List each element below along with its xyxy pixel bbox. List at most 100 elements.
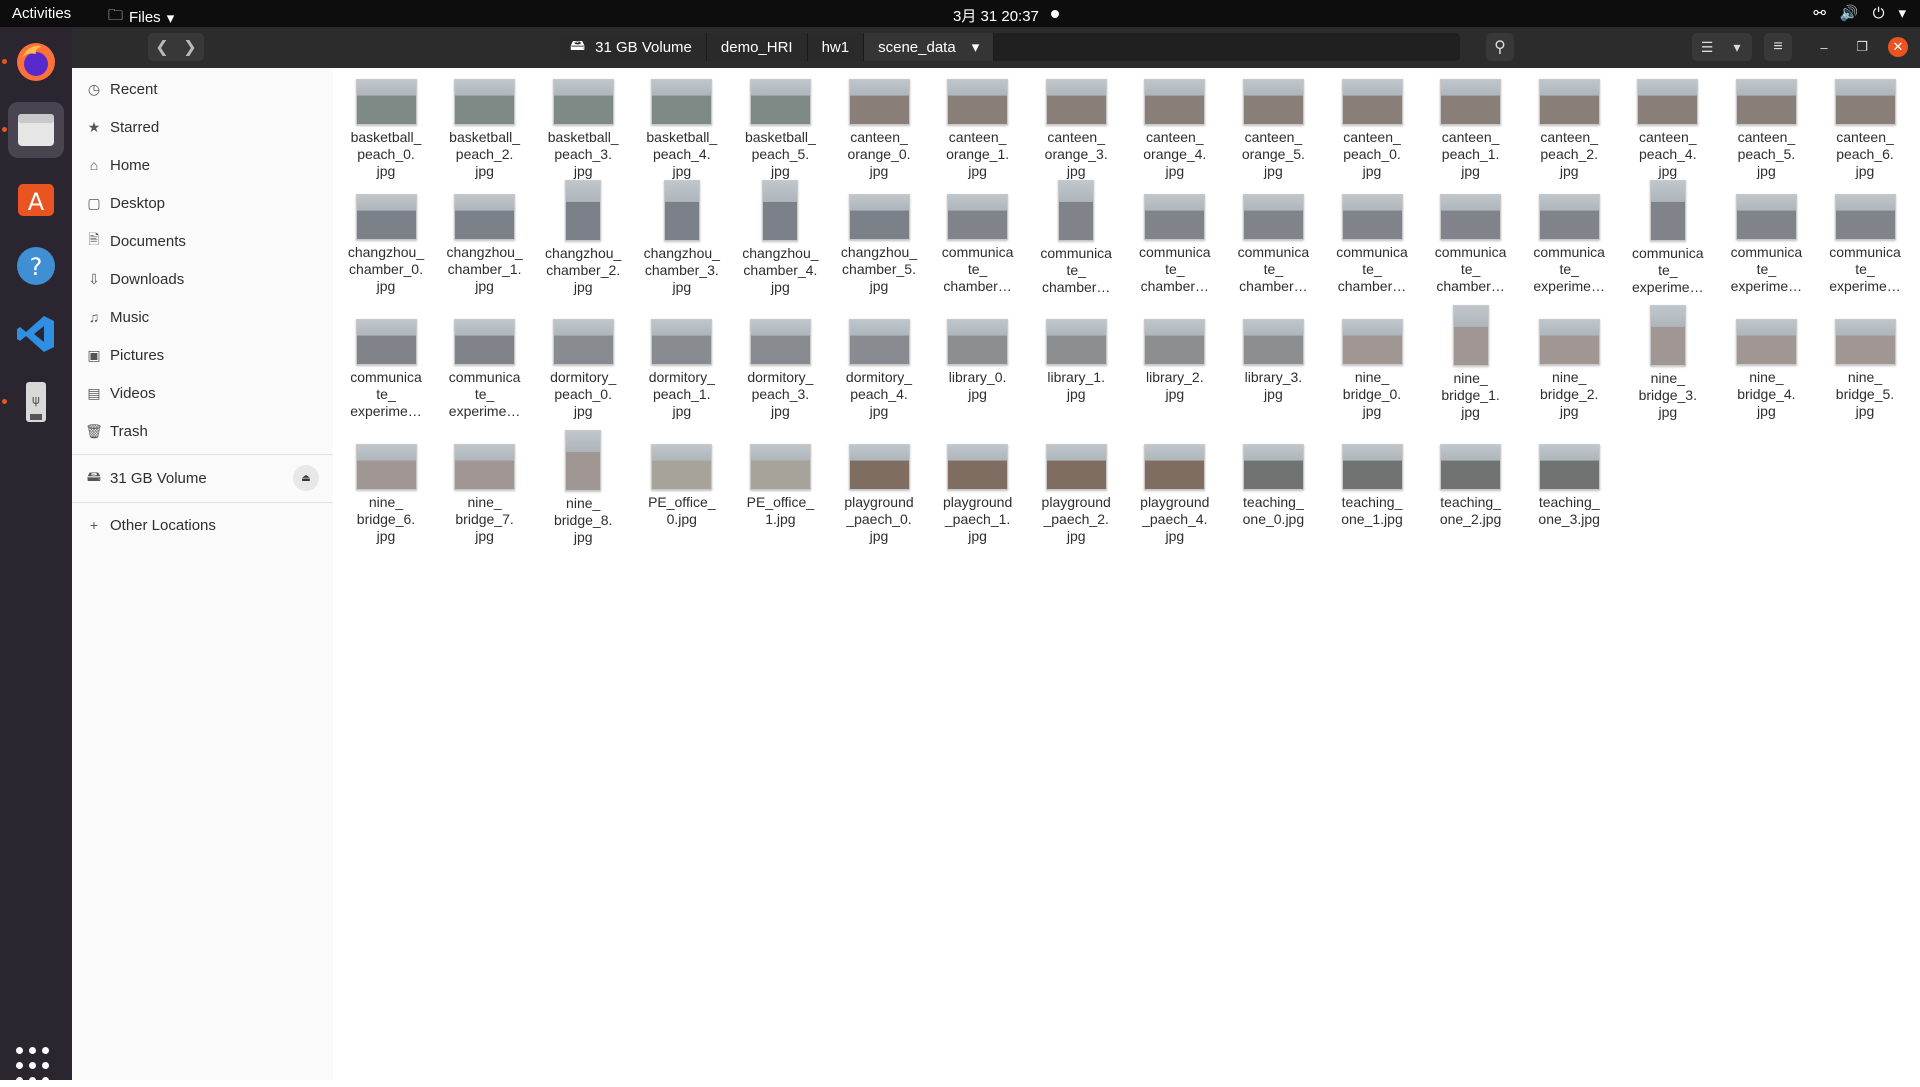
- firefox-icon[interactable]: [8, 34, 64, 90]
- file-item[interactable]: changzhou_ chamber_1. jpg: [441, 194, 529, 295]
- file-item[interactable]: canteen_ peach_6. jpg: [1821, 79, 1909, 180]
- file-item[interactable]: nine_ bridge_4. jpg: [1722, 319, 1810, 420]
- file-item[interactable]: dormitory_ peach_0. jpg: [539, 319, 627, 420]
- file-item[interactable]: nine_ bridge_7. jpg: [441, 444, 529, 545]
- file-item[interactable]: nine_ bridge_1. jpg: [1427, 305, 1515, 421]
- file-item[interactable]: canteen_ peach_2. jpg: [1525, 79, 1613, 180]
- file-item[interactable]: canteen_ peach_5. jpg: [1722, 79, 1810, 180]
- eject-icon[interactable]: ⏏: [293, 465, 319, 491]
- sidebar-item-label: Home: [110, 156, 151, 174]
- file-item[interactable]: canteen_ orange_3. jpg: [1032, 79, 1120, 180]
- file-item[interactable]: nine_ bridge_8. jpg: [539, 430, 627, 546]
- file-item[interactable]: changzhou_ chamber_4. jpg: [736, 180, 824, 296]
- sidebar-item-documents[interactable]: 🖹 Documents: [72, 222, 333, 260]
- sidebar-item-desktop[interactable]: ▢ Desktop: [72, 184, 333, 222]
- breadcrumb-hw1[interactable]: hw1: [807, 33, 865, 61]
- breadcrumb-scene-data[interactable]: scene_data ▾: [864, 33, 995, 61]
- file-item[interactable]: changzhou_ chamber_2. jpg: [539, 180, 627, 296]
- vscode-icon[interactable]: [8, 306, 64, 362]
- file-item[interactable]: basketball_ peach_5. jpg: [736, 79, 824, 180]
- file-item[interactable]: canteen_ orange_0. jpg: [835, 79, 923, 180]
- show-applications-icon[interactable]: [16, 1047, 56, 1087]
- hamburger-menu-icon[interactable]: ≡: [1764, 33, 1792, 61]
- file-item[interactable]: dormitory_ peach_3. jpg: [736, 319, 824, 420]
- chevron-down-icon[interactable]: ▾: [1722, 33, 1752, 61]
- list-view-icon[interactable]: ☰: [1692, 33, 1722, 61]
- sidebar-item-home[interactable]: ⌂ Home: [72, 146, 333, 184]
- file-item[interactable]: canteen_ peach_4. jpg: [1624, 79, 1712, 180]
- help-icon[interactable]: ?: [8, 238, 64, 294]
- file-item[interactable]: communica te_ experime…: [1624, 180, 1712, 296]
- file-item[interactable]: nine_ bridge_6. jpg: [342, 444, 430, 545]
- sidebar-item-recent[interactable]: ◷ Recent: [72, 70, 333, 108]
- file-item[interactable]: playground _paech_4. jpg: [1131, 444, 1219, 545]
- file-item[interactable]: canteen_ peach_1. jpg: [1427, 79, 1515, 180]
- system-tray[interactable]: ⚯ 🔊 ⏻ ▾: [1813, 4, 1906, 23]
- breadcrumb-volume[interactable]: 🖴 31 GB Volume: [560, 33, 707, 61]
- file-item[interactable]: canteen_ peach_0. jpg: [1328, 79, 1416, 180]
- sidebar-item-videos[interactable]: ▤ Videos: [72, 374, 333, 412]
- file-item[interactable]: basketball_ peach_0. jpg: [342, 79, 430, 180]
- file-item[interactable]: communica te_ chamber…: [1131, 194, 1219, 295]
- file-item[interactable]: nine_ bridge_3. jpg: [1624, 305, 1712, 421]
- file-item[interactable]: communica te_ chamber…: [934, 194, 1022, 295]
- breadcrumb-demo-hri[interactable]: demo_HRI: [706, 33, 808, 61]
- close-icon[interactable]: ✕: [1888, 37, 1908, 57]
- sidebar-item-pictures[interactable]: ▣ Pictures: [72, 336, 333, 374]
- file-item[interactable]: communica te_ experime…: [1525, 194, 1613, 295]
- file-item[interactable]: communica te_ chamber…: [1328, 194, 1416, 295]
- file-item[interactable]: library_0. jpg: [934, 319, 1022, 403]
- sidebar-item-music[interactable]: ♫ Music: [72, 298, 333, 336]
- file-item[interactable]: changzhou_ chamber_5. jpg: [835, 194, 923, 295]
- forward-arrow-icon[interactable]: ❯: [176, 33, 204, 61]
- sidebar-item-volume[interactable]: 🖴 31 GB Volume ⏏: [72, 459, 333, 497]
- file-item[interactable]: PE_office_ 0.jpg: [638, 444, 726, 528]
- file-item[interactable]: teaching_ one_3.jpg: [1525, 444, 1613, 528]
- back-arrow-icon[interactable]: ❮: [148, 33, 176, 61]
- image-thumbnail: [1242, 194, 1304, 240]
- ubuntu-software-icon[interactable]: A: [8, 170, 64, 226]
- file-item[interactable]: communica te_ experime…: [441, 319, 529, 420]
- restore-icon[interactable]: ❐: [1852, 37, 1872, 57]
- file-item[interactable]: playground _paech_1. jpg: [934, 444, 1022, 545]
- file-item[interactable]: basketball_ peach_3. jpg: [539, 79, 627, 180]
- file-item[interactable]: basketball_ peach_2. jpg: [441, 79, 529, 180]
- sidebar-item-trash[interactable]: 🗑 Trash: [72, 412, 333, 450]
- file-item[interactable]: dormitory_ peach_4. jpg: [835, 319, 923, 420]
- activities-button[interactable]: Activities: [12, 5, 71, 22]
- file-item[interactable]: teaching_ one_2.jpg: [1427, 444, 1515, 528]
- file-item[interactable]: playground _paech_0. jpg: [835, 444, 923, 545]
- file-item[interactable]: nine_ bridge_0. jpg: [1328, 319, 1416, 420]
- file-item[interactable]: communica te_ experime…: [342, 319, 430, 420]
- minimize-icon[interactable]: –: [1814, 37, 1834, 57]
- sidebar-item-downloads[interactable]: ⇩ Downloads: [72, 260, 333, 298]
- file-item[interactable]: nine_ bridge_5. jpg: [1821, 319, 1909, 420]
- file-item[interactable]: nine_ bridge_2. jpg: [1525, 319, 1613, 420]
- file-item[interactable]: basketball_ peach_4. jpg: [638, 79, 726, 180]
- file-item[interactable]: PE_office_ 1.jpg: [736, 444, 824, 528]
- file-item[interactable]: changzhou_ chamber_0. jpg: [342, 194, 430, 295]
- file-item[interactable]: changzhou_ chamber_3. jpg: [638, 180, 726, 296]
- file-item[interactable]: playground _paech_2. jpg: [1032, 444, 1120, 545]
- clock[interactable]: 3月 31 20:37: [953, 5, 1039, 26]
- file-item[interactable]: communica te_ experime…: [1722, 194, 1810, 295]
- file-item[interactable]: communica te_ chamber…: [1032, 180, 1120, 296]
- file-item[interactable]: library_3. jpg: [1229, 319, 1317, 403]
- file-item[interactable]: teaching_ one_0.jpg: [1229, 444, 1317, 528]
- file-item[interactable]: library_1. jpg: [1032, 319, 1120, 403]
- search-icon[interactable]: ⚲: [1486, 33, 1514, 61]
- file-item[interactable]: communica te_ chamber…: [1427, 194, 1515, 295]
- file-item[interactable]: dormitory_ peach_1. jpg: [638, 319, 726, 420]
- file-item[interactable]: canteen_ orange_1. jpg: [934, 79, 1022, 180]
- files-icon[interactable]: [8, 102, 64, 158]
- image-thumbnail: [552, 319, 614, 365]
- sidebar-item-other-locations[interactable]: + Other Locations: [72, 506, 333, 544]
- usb-drive-icon[interactable]: ψ: [8, 374, 64, 430]
- file-item[interactable]: canteen_ orange_5. jpg: [1229, 79, 1317, 180]
- file-item[interactable]: teaching_ one_1.jpg: [1328, 444, 1416, 528]
- file-item[interactable]: communica te_ experime…: [1821, 194, 1909, 295]
- file-item[interactable]: canteen_ orange_4. jpg: [1131, 79, 1219, 180]
- file-item[interactable]: communica te_ chamber…: [1229, 194, 1317, 295]
- file-item[interactable]: library_2. jpg: [1131, 319, 1219, 403]
- sidebar-item-starred[interactable]: ★ Starred: [72, 108, 333, 146]
